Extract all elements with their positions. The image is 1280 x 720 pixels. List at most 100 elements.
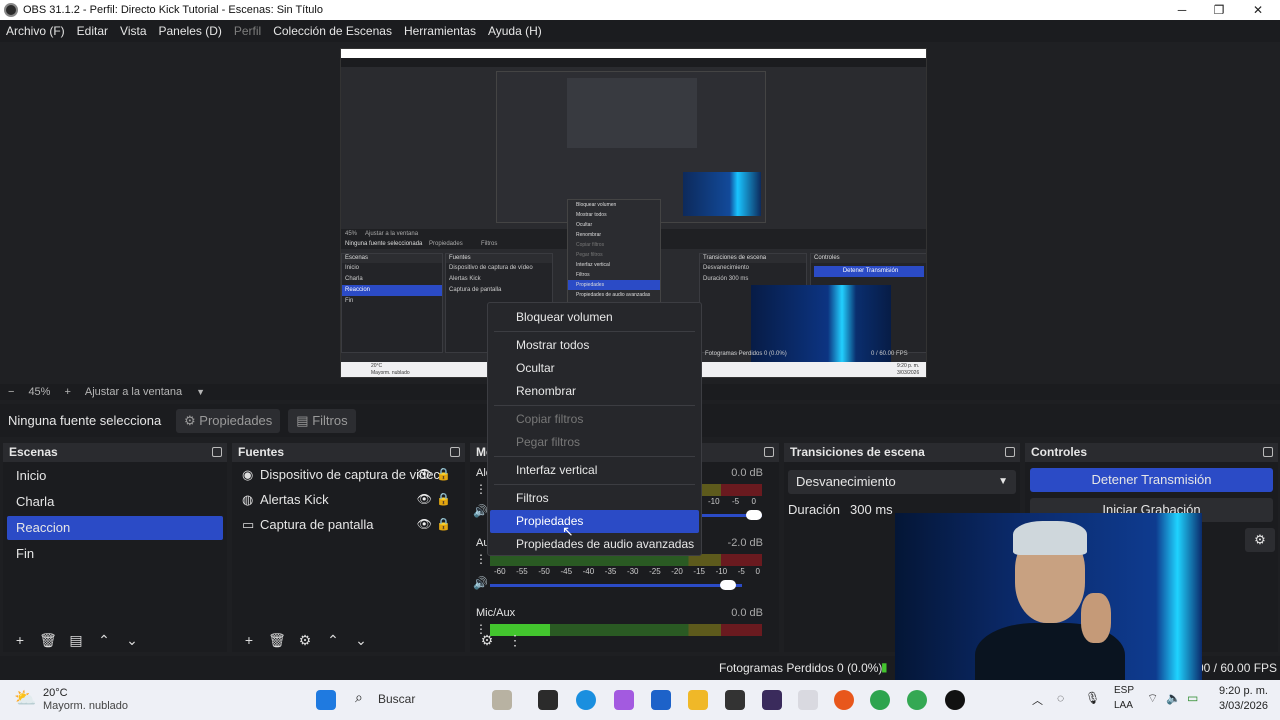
windows-start-icon[interactable]: [316, 690, 336, 710]
menu-ayuda[interactable]: Ayuda (H): [488, 24, 542, 38]
properties-button[interactable]: ⚙ Propiedades: [176, 408, 281, 433]
obs-taskbar-icon[interactable]: [945, 690, 965, 710]
mixer-menu-icon[interactable]: ⋮: [504, 632, 526, 649]
clock-time[interactable]: 9:20 p. m.: [1219, 685, 1268, 697]
undock-icon[interactable]: [764, 447, 774, 457]
lock-icon[interactable]: 🔒: [436, 487, 451, 512]
volume-slider-handle[interactable]: [720, 580, 736, 590]
move-up-icon[interactable]: ⌃: [93, 632, 115, 649]
menu-coleccion-escenas[interactable]: Colección de Escenas: [273, 24, 392, 38]
fit-window-option[interactable]: Ajustar a la ventana: [85, 386, 182, 398]
preview-menu-item: Propiedades: [568, 280, 660, 290]
clock-date[interactable]: 3/03/2026: [1219, 700, 1268, 712]
menu-item-lock-volume[interactable]: Bloquear volumen: [490, 306, 699, 329]
minimize-button[interactable]: ─: [1162, 0, 1202, 20]
stop-stream-button[interactable]: Detener Transmisión: [1030, 468, 1273, 492]
visibility-eye-icon[interactable]: 👁: [417, 512, 432, 537]
menu-paneles[interactable]: Paneles (D): [159, 24, 222, 38]
menu-vista[interactable]: Vista: [120, 24, 146, 38]
chevron-up-icon[interactable]: ︿: [1032, 692, 1043, 708]
vpn-icon[interactable]: ◌: [1057, 691, 1064, 705]
chrome-alt-icon[interactable]: [907, 690, 927, 710]
battery-icon[interactable]: ▭: [1187, 691, 1198, 705]
scale-tick: -55: [516, 567, 528, 576]
remove-scene-icon[interactable]: 🗑: [37, 632, 59, 649]
duration-field[interactable]: 300 ms: [850, 502, 893, 517]
preview-date: 3/03/2026: [897, 370, 920, 376]
menu-item-rename[interactable]: Renombrar: [490, 380, 699, 403]
search-icon[interactable]: ⌕: [355, 689, 363, 706]
channel-menu-icon[interactable]: ⋮: [475, 552, 487, 566]
menu-perfil[interactable]: Perfil: [234, 24, 261, 38]
scale-tick: 0: [755, 567, 760, 576]
menu-item-vertical-layout[interactable]: Interfaz vertical: [490, 459, 699, 482]
visibility-eye-icon[interactable]: 👁: [417, 487, 432, 512]
undock-icon[interactable]: [450, 447, 460, 457]
lang-code[interactable]: ESP: [1114, 685, 1134, 696]
transition-select[interactable]: Desvanecimiento ▼: [788, 470, 1016, 494]
chrome-icon[interactable]: [870, 690, 890, 710]
edge-icon[interactable]: [576, 690, 596, 710]
visibility-eye-icon[interactable]: 👁: [417, 462, 432, 487]
preview-controls-header: Controles: [811, 254, 926, 263]
menu-item-hide[interactable]: Ocultar: [490, 357, 699, 380]
filters-button[interactable]: ▤ Filtros: [288, 408, 356, 433]
settings-gear-icon[interactable]: ⚙: [1245, 528, 1275, 552]
source-item-screen-capture[interactable]: ▭ Captura de pantalla 👁 🔒: [232, 512, 465, 537]
volume-slider[interactable]: [490, 584, 742, 587]
move-down-icon[interactable]: ⌄: [121, 632, 143, 649]
figma-icon[interactable]: [798, 690, 818, 710]
premiere-icon[interactable]: [762, 690, 782, 710]
undock-icon[interactable]: [1263, 447, 1273, 457]
menu-archivo[interactable]: Archivo (F): [6, 24, 65, 38]
lock-icon[interactable]: 🔒: [436, 462, 451, 487]
undock-icon[interactable]: [1005, 447, 1015, 457]
menu-item-advanced-audio[interactable]: Propiedades de audio avanzadas: [490, 533, 699, 556]
channel-menu-icon[interactable]: ⋮: [475, 482, 487, 496]
scene-item-charla[interactable]: Charla: [7, 490, 223, 514]
task-view-icon[interactable]: [538, 690, 558, 710]
menu-editar[interactable]: Editar: [77, 24, 108, 38]
app-icon[interactable]: [725, 690, 745, 710]
audio-settings-icon[interactable]: ⚙: [476, 632, 498, 649]
lock-icon[interactable]: 🔒: [436, 512, 451, 537]
taskbar-search[interactable]: Buscar: [378, 692, 415, 706]
menu-herramientas[interactable]: Herramientas: [404, 24, 476, 38]
source-item-video-capture[interactable]: ◉ Dispositivo de captura de videc 👁 🔒: [232, 462, 465, 487]
scene-filters-icon[interactable]: ▤: [65, 632, 87, 649]
source-item-alerts[interactable]: ◍ Alertas Kick 👁 🔒: [232, 487, 465, 512]
close-button[interactable]: ✕: [1238, 0, 1278, 20]
volume-slider-handle[interactable]: [746, 510, 762, 520]
file-explorer-icon[interactable]: [688, 690, 708, 710]
volume-icon[interactable]: 🔈: [1166, 691, 1181, 705]
speaker-icon[interactable]: 🔊: [473, 504, 488, 518]
speaker-icon[interactable]: 🔊: [473, 576, 488, 590]
person-hair: [1013, 521, 1087, 555]
scenes-dock: Escenas Inicio Charla Reaccion Fin + 🗑 ▤…: [3, 443, 227, 652]
zoom-in-button[interactable]: +: [64, 386, 70, 398]
zoom-out-button[interactable]: −: [8, 386, 14, 398]
firefox-icon[interactable]: [834, 690, 854, 710]
scale-tick: -5: [731, 497, 740, 506]
maximize-button[interactable]: ❐: [1199, 0, 1239, 20]
move-up-icon[interactable]: ⌃: [322, 632, 344, 649]
menu-item-filters[interactable]: Filtros: [490, 487, 699, 510]
move-down-icon[interactable]: ⌄: [350, 632, 372, 649]
zoom-dropdown-icon[interactable]: ▼: [196, 387, 205, 397]
scene-item-fin[interactable]: Fin: [7, 542, 223, 566]
microphone-icon[interactable]: 🎙: [1085, 691, 1100, 705]
add-source-icon[interactable]: +: [238, 632, 260, 648]
lang-layout[interactable]: LAA: [1114, 700, 1133, 711]
wifi-icon[interactable]: ⌔: [1147, 691, 1158, 706]
copilot-icon[interactable]: [614, 690, 634, 710]
scene-item-reaccion[interactable]: Reaccion: [7, 516, 223, 540]
menu-item-show-all[interactable]: Mostrar todos: [490, 334, 699, 357]
controls-header: Controles: [1025, 443, 1278, 462]
undock-icon[interactable]: [212, 447, 222, 457]
scene-item-inicio[interactable]: Inicio: [7, 464, 223, 488]
store-icon[interactable]: [651, 690, 671, 710]
menu-item-properties[interactable]: Propiedades: [490, 510, 699, 533]
remove-source-icon[interactable]: 🗑: [266, 632, 288, 649]
add-scene-icon[interactable]: +: [9, 632, 31, 648]
source-settings-icon[interactable]: ⚙: [294, 632, 316, 649]
